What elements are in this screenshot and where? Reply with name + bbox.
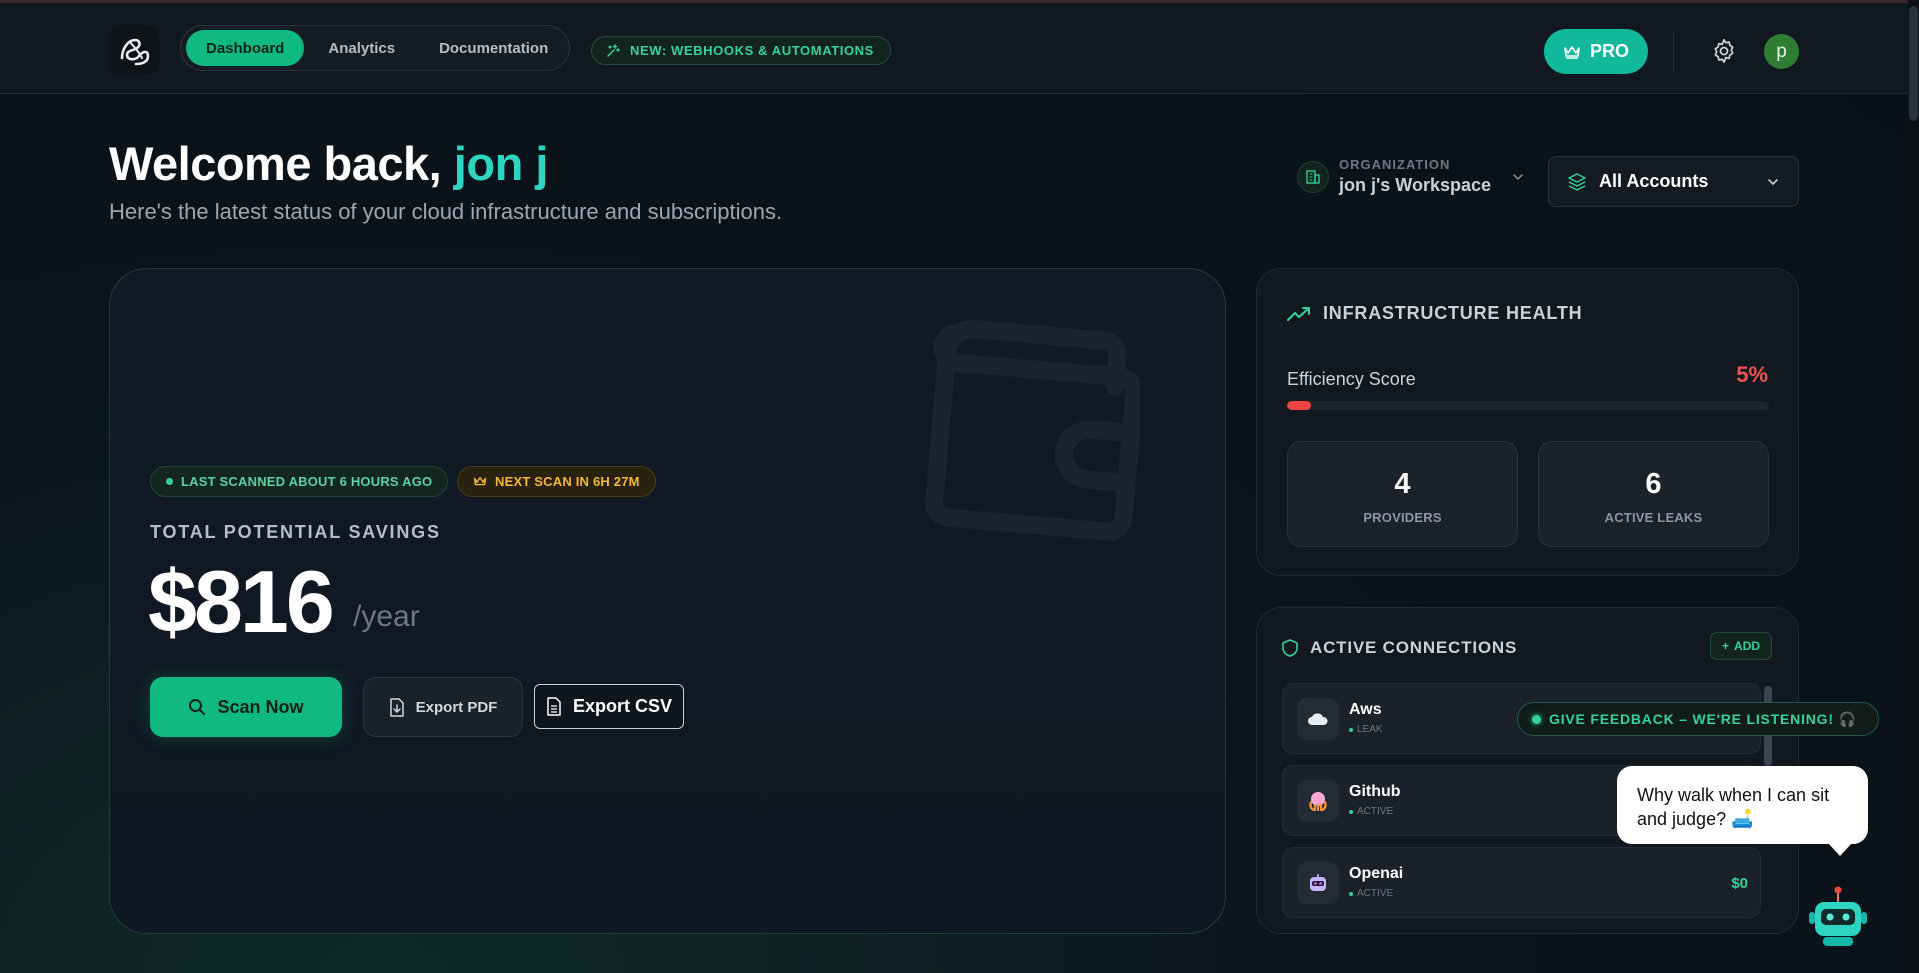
header-divider — [1673, 31, 1674, 71]
chevron-down-icon — [1513, 173, 1523, 180]
connection-status: LEAK — [1349, 724, 1383, 735]
nav-documentation[interactable]: Documentation — [419, 30, 568, 66]
new-feature-badge[interactable]: NEW: WEBHOOKS & AUTOMATIONS — [591, 36, 891, 65]
status-dot — [166, 478, 173, 485]
add-connection-button[interactable]: + ADD — [1709, 632, 1772, 660]
savings-label: TOTAL POTENTIAL SAVINGS — [150, 522, 441, 542]
efficiency-value: 5% — [1736, 362, 1768, 387]
connection-status: ACTIVE — [1349, 806, 1393, 817]
accounts-select[interactable]: All Accounts — [1548, 156, 1799, 207]
connection-status: ACTIVE — [1349, 888, 1393, 899]
octocat-icon — [1297, 780, 1339, 822]
robot-face-icon — [1297, 862, 1339, 904]
nav-dashboard[interactable]: Dashboard — [186, 30, 305, 66]
active-leaks-count: 6 — [1645, 468, 1662, 500]
layers-icon — [1568, 172, 1586, 191]
page-subtitle: Here's the latest status of your cloud i… — [109, 199, 783, 224]
feedback-label: GIVE FEEDBACK – WE'RE LISTENING! 🎧 — [1549, 710, 1857, 727]
connections-title: ACTIVE CONNECTIONS — [1282, 638, 1517, 658]
active-leaks-label: ACTIVE LEAKS — [1604, 510, 1703, 525]
efficiency-bar-fill — [1287, 401, 1312, 410]
savings-amount: $816 — [148, 552, 335, 651]
welcome-prefix: Welcome back, — [109, 137, 454, 190]
file-download-icon — [389, 697, 404, 717]
accounts-select-value: All Accounts — [1599, 171, 1709, 191]
organization-label: ORGANIZATION — [1339, 157, 1451, 172]
connection-amount: $0 — [1731, 875, 1748, 892]
page-scrollbar[interactable] — [1908, 0, 1919, 973]
organization-selector[interactable]: ORGANIZATION jon j's Workspace — [1297, 157, 1525, 196]
connections-title-text: ACTIVE CONNECTIONS — [1310, 638, 1518, 657]
efficiency-bar — [1287, 401, 1769, 410]
feedback-dot — [1532, 714, 1541, 724]
last-scanned-badge: LAST SCANNED ABOUT 6 HOURS AGO — [150, 466, 449, 497]
connection-name: Openai — [1349, 865, 1404, 882]
export-csv-label: Export CSV — [572, 696, 673, 716]
nav-analytics[interactable]: Analytics — [308, 30, 415, 66]
crown-icon — [473, 476, 487, 486]
building-icon — [1297, 160, 1329, 193]
gear-icon[interactable] — [1710, 37, 1738, 65]
page-title: Welcome back, jon j — [109, 136, 548, 191]
crown-icon — [1564, 45, 1580, 59]
providers-label: PROVIDERS — [1363, 510, 1442, 525]
active-leaks-stat: 6 ACTIVE LEAKS — [1538, 441, 1769, 547]
infrastructure-health-card: INFRASTRUCTURE HEALTH Efficiency Score 5… — [1256, 268, 1799, 576]
health-title-text: INFRASTRUCTURE HEALTH — [1323, 303, 1583, 323]
export-pdf-button[interactable]: Export PDF — [363, 677, 523, 737]
add-connection-label: ADD — [1734, 639, 1760, 653]
scrollbar-thumb[interactable] — [1909, 6, 1918, 121]
providers-count: 4 — [1394, 468, 1411, 500]
app-logo[interactable] — [109, 25, 159, 75]
pro-button[interactable]: PRO — [1544, 29, 1648, 74]
top-header: Dashboard Analytics Documentation NEW: W… — [0, 3, 1908, 94]
cloud-icon — [1297, 698, 1339, 740]
next-scan-text: NEXT SCAN IN 6H 27M — [495, 474, 640, 489]
user-avatar[interactable]: p — [1764, 34, 1799, 69]
mascot-speech-bubble: Why walk when I can sit and judge? 🛋️ — [1617, 766, 1868, 856]
file-spreadsheet-icon — [547, 697, 561, 716]
connection-name: Aws — [1349, 701, 1382, 718]
providers-stat: 4 PROVIDERS — [1287, 441, 1518, 547]
main-nav: Dashboard Analytics Documentation — [180, 25, 570, 71]
trending-up-icon — [1287, 306, 1310, 321]
scan-now-button[interactable]: Scan Now — [150, 677, 342, 737]
logo-icon — [120, 38, 150, 66]
connection-item[interactable]: Openai ACTIVE $0 — [1282, 847, 1761, 918]
chevron-down-icon — [1768, 178, 1778, 185]
efficiency-label: Efficiency Score — [1287, 369, 1416, 389]
next-scan-badge: NEXT SCAN IN 6H 27M — [457, 466, 656, 497]
connection-name: Github — [1349, 783, 1401, 800]
savings-period: /year — [353, 600, 420, 633]
robot-mascot-icon[interactable] — [1805, 886, 1871, 952]
health-title: INFRASTRUCTURE HEALTH — [1287, 303, 1582, 324]
sparkle-icon — [607, 43, 620, 57]
feedback-button[interactable]: GIVE FEEDBACK – WE'RE LISTENING! 🎧 — [1517, 702, 1879, 736]
plus-icon: + — [1721, 639, 1729, 653]
shield-icon — [1282, 639, 1298, 657]
user-name: jon j — [453, 137, 549, 190]
savings-card: LAST SCANNED ABOUT 6 HOURS AGO NEXT SCAN… — [109, 268, 1226, 934]
pro-label: PRO — [1589, 41, 1629, 61]
wallet-icon — [925, 320, 1140, 541]
organization-name: jon j's Workspace — [1339, 175, 1491, 195]
search-icon — [189, 699, 206, 715]
export-csv-button[interactable]: Export CSV — [534, 684, 684, 729]
new-badge-label: NEW: WEBHOOKS & AUTOMATIONS — [630, 43, 874, 58]
scan-now-label: Scan Now — [217, 696, 304, 717]
export-pdf-label: Export PDF — [415, 698, 498, 716]
last-scanned-text: LAST SCANNED ABOUT 6 HOURS AGO — [181, 474, 433, 489]
